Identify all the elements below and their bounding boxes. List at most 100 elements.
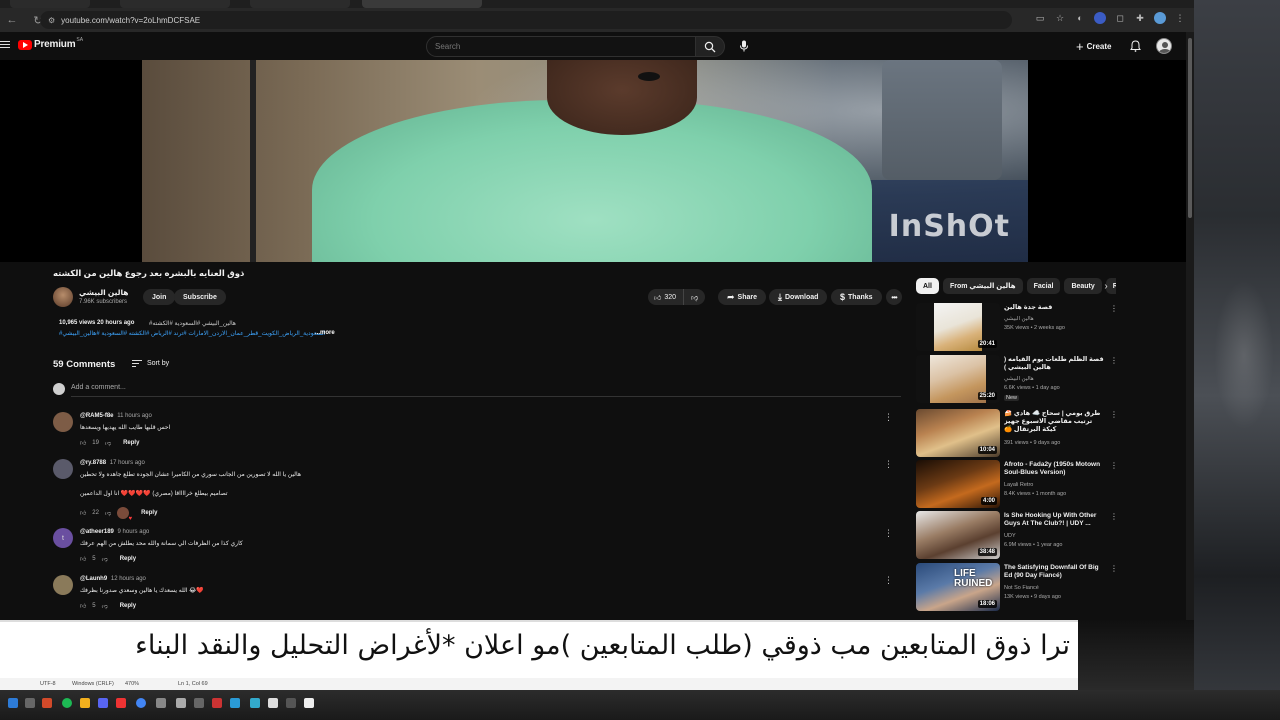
more-actions-button[interactable]: ••• (886, 289, 902, 305)
chip-all[interactable]: All (916, 278, 939, 294)
video-thumbnail[interactable]: 10:04 (916, 409, 1000, 457)
share-button[interactable]: ➦ Share (718, 289, 767, 305)
video-title[interactable]: قصة الظلم طلعات يوم القيامه ( هالين البي… (1004, 356, 1108, 372)
taskbar-app-icon[interactable] (250, 698, 260, 708)
taskbar-app-icon[interactable] (268, 698, 278, 708)
search-button[interactable] (695, 36, 725, 57)
browser-tab[interactable] (120, 0, 230, 8)
video-title[interactable]: قصة جدة هالين (1004, 304, 1108, 312)
comment-menu-icon[interactable]: ⋮ (884, 575, 893, 586)
commenter-avatar[interactable] (53, 575, 73, 595)
download-button[interactable]: ⤓ Download (769, 289, 828, 305)
taskbar-app-icon[interactable] (116, 698, 126, 708)
taskbar-app-icon[interactable] (230, 698, 240, 708)
channel-avatar[interactable] (53, 287, 73, 307)
comment-time[interactable]: 11 hours ago (117, 413, 152, 419)
video-thumbnail[interactable]: LIFE RUINED 18:06 (916, 563, 1000, 611)
comment-time[interactable]: 9 hours ago (118, 529, 150, 535)
file-explorer-icon[interactable] (80, 698, 90, 708)
thumbs-down-icon[interactable]: 👎︎ (102, 602, 108, 610)
chevron-right-icon[interactable]: › (1100, 280, 1112, 292)
voice-search-button[interactable] (735, 37, 753, 55)
show-more-link[interactable]: ...more (315, 330, 335, 336)
reply-button[interactable]: Reply (123, 440, 139, 446)
reply-button[interactable]: Reply (141, 510, 157, 516)
channel-name[interactable]: UDY (1004, 533, 1016, 539)
thumbs-up-icon[interactable]: 👍︎ (80, 439, 86, 447)
channel-name[interactable]: هالين البيشي (1004, 376, 1034, 382)
comment-author[interactable]: @Launh9 (80, 576, 107, 582)
create-button[interactable]: + Create (1076, 38, 1112, 54)
caption-text[interactable]: ترا ذوق المتابعين مب ذوقي (طلب المتابعين… (0, 630, 1070, 661)
video-thumbnail[interactable]: 38:48 (916, 511, 1000, 559)
start-icon[interactable] (8, 698, 18, 708)
address-bar[interactable]: ⚙ youtube.com/watch?v=2oLhmDCFSAE (40, 11, 1012, 29)
status-zoom[interactable]: 470% (125, 681, 139, 687)
scrollbar-thumb[interactable] (1188, 38, 1192, 218)
chip-from-channel[interactable]: From هالين البيشي (942, 278, 1023, 294)
thumbs-up-icon[interactable]: 👍︎ (80, 555, 86, 563)
thumbs-up-icon[interactable]: 👍︎ (80, 509, 86, 517)
taskbar-app-icon[interactable] (176, 698, 186, 708)
youtube-logo[interactable]: Premium SA (18, 37, 83, 50)
video-menu-icon[interactable]: ⋮ (1110, 356, 1118, 365)
cast-icon[interactable]: ▭ (1034, 12, 1046, 24)
extension-icon[interactable]: ◐ (1074, 12, 1086, 24)
taskbar-app-icon[interactable] (98, 698, 108, 708)
taskbar-app-icon[interactable] (212, 698, 222, 708)
browser-tab-active[interactable] (362, 0, 482, 8)
page-scrollbar[interactable] (1186, 32, 1194, 620)
notepad-icon[interactable] (304, 698, 314, 708)
thumbs-down-icon[interactable]: 👎︎ (105, 509, 111, 517)
spotify-icon[interactable] (62, 698, 72, 708)
thanks-button[interactable]: $ Thanks (831, 289, 882, 305)
taskbar-app-icon[interactable] (42, 698, 52, 708)
video-title[interactable]: Afroto - Fada2y (1950s Motown Soul-Blues… (1004, 461, 1108, 477)
recommended-video[interactable]: 38:48 Is She Hooking Up With Other Guys … (916, 511, 1118, 559)
search-input[interactable] (435, 42, 695, 51)
commenter-avatar[interactable] (53, 459, 73, 479)
commenter-avatar[interactable]: t (53, 528, 73, 548)
video-player[interactable]: InShOt (0, 60, 1188, 262)
taskbar-app-icon[interactable] (286, 698, 296, 708)
video-title[interactable]: Is She Hooking Up With Other Guys At The… (1004, 512, 1108, 528)
description-hashtags[interactable]: #هالين_البيشي #السعودية #الكشته (149, 320, 236, 327)
like-button[interactable]: 👍︎ 320 (648, 289, 685, 305)
browser-menu-icon[interactable]: ⋮ (1174, 12, 1186, 24)
video-thumbnail[interactable]: 25:20 (916, 355, 1000, 403)
hamburger-menu-icon[interactable] (0, 39, 10, 49)
recommended-video[interactable]: 25:20 قصة الظلم طلعات يوم القيامه ( هالي… (916, 355, 1118, 403)
extension-icon[interactable]: ◻ (1114, 12, 1126, 24)
video-title[interactable]: طرق بومي | سحاج ☁️ هادي 🍰 ترتيب مقاضي ال… (1004, 410, 1108, 434)
thumbs-down-icon[interactable]: 👎︎ (102, 555, 108, 563)
video-menu-icon[interactable]: ⋮ (1110, 564, 1118, 573)
thumbs-down-icon[interactable]: 👎︎ (105, 439, 111, 447)
account-avatar[interactable] (1156, 38, 1172, 54)
status-line-endings[interactable]: Windows (CRLF) (72, 681, 114, 687)
video-menu-icon[interactable]: ⋮ (1110, 461, 1118, 470)
channel-name[interactable]: Not So Fiancé (1004, 585, 1039, 591)
comment-author[interactable]: @ry.8788 (80, 460, 106, 466)
sort-by-button[interactable]: Sort by (132, 358, 169, 369)
taskbar-app-icon[interactable] (25, 698, 35, 708)
dislike-button[interactable]: 👎︎ (684, 289, 705, 305)
video-thumbnail[interactable]: 20:41 (916, 303, 1000, 351)
channel-name[interactable]: هالين البيشي (1004, 316, 1034, 322)
extension-icon[interactable] (1094, 12, 1106, 24)
comment-time[interactable]: 17 hours ago (110, 460, 145, 466)
description-hashtags[interactable]: #السعودية_الرياض_الكويت_قطر_عمان_الاردن_… (59, 330, 326, 337)
chrome-icon[interactable] (136, 698, 146, 708)
video-menu-icon[interactable]: ⋮ (1110, 512, 1118, 521)
video-menu-icon[interactable]: ⋮ (1110, 410, 1118, 419)
bookmark-star-icon[interactable]: ☆ (1054, 12, 1066, 24)
comment-menu-icon[interactable]: ⋮ (884, 528, 893, 539)
comment-menu-icon[interactable]: ⋮ (884, 412, 893, 423)
reply-button[interactable]: Reply (120, 603, 136, 609)
browser-tab[interactable] (250, 0, 350, 8)
profile-icon[interactable] (1154, 12, 1166, 24)
recommended-video[interactable]: 4:00 Afroto - Fada2y (1950s Motown Soul-… (916, 460, 1118, 508)
chip-beauty[interactable]: Beauty (1064, 278, 1102, 294)
reply-button[interactable]: Reply (120, 556, 136, 562)
comment-author[interactable]: @atheer189 (80, 529, 114, 535)
video-thumbnail[interactable]: 4:00 (916, 460, 1000, 508)
